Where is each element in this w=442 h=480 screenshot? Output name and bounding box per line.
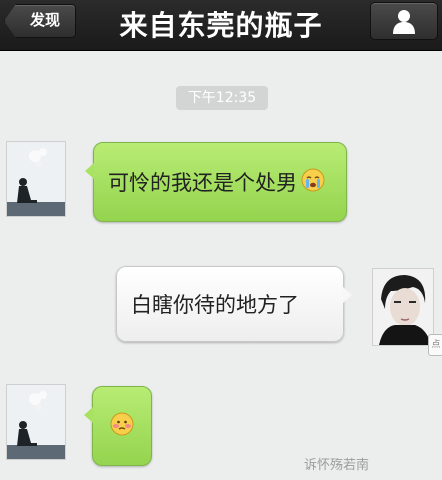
sender-avatar[interactable] [6,384,66,460]
portrait-avatar-icon [373,269,433,345]
message-bubble-outgoing[interactable]: 白瞎你待的地方了 [116,266,352,342]
sender-avatar[interactable] [6,141,66,217]
message-text: 白瞎你待的地方了 [131,293,299,317]
my-avatar[interactable] [372,268,434,346]
message-timestamp: 下午12:35 [176,86,268,110]
blushing-face-emoji-icon [110,412,134,441]
watermark-text: 诉怀殇若南 [304,458,370,473]
silhouette-avatar-icon [7,385,65,459]
back-button-label[interactable]: 发现 [30,9,60,30]
silhouette-avatar-icon [7,142,65,216]
profile-button[interactable] [370,2,438,40]
person-icon [393,10,415,34]
page-title: 来自东莞的瓶子 [119,9,323,42]
crying-face-emoji-icon [301,168,325,197]
message-bubble-incoming[interactable] [84,386,152,466]
message-bubble-incoming[interactable]: 可怜的我还是个处男 [85,142,347,222]
side-tag[interactable]: 点 [428,334,442,356]
header-bar: 发现 来自东莞的瓶子 [0,0,442,51]
message-text: 可怜的我还是个处男 [108,171,297,195]
